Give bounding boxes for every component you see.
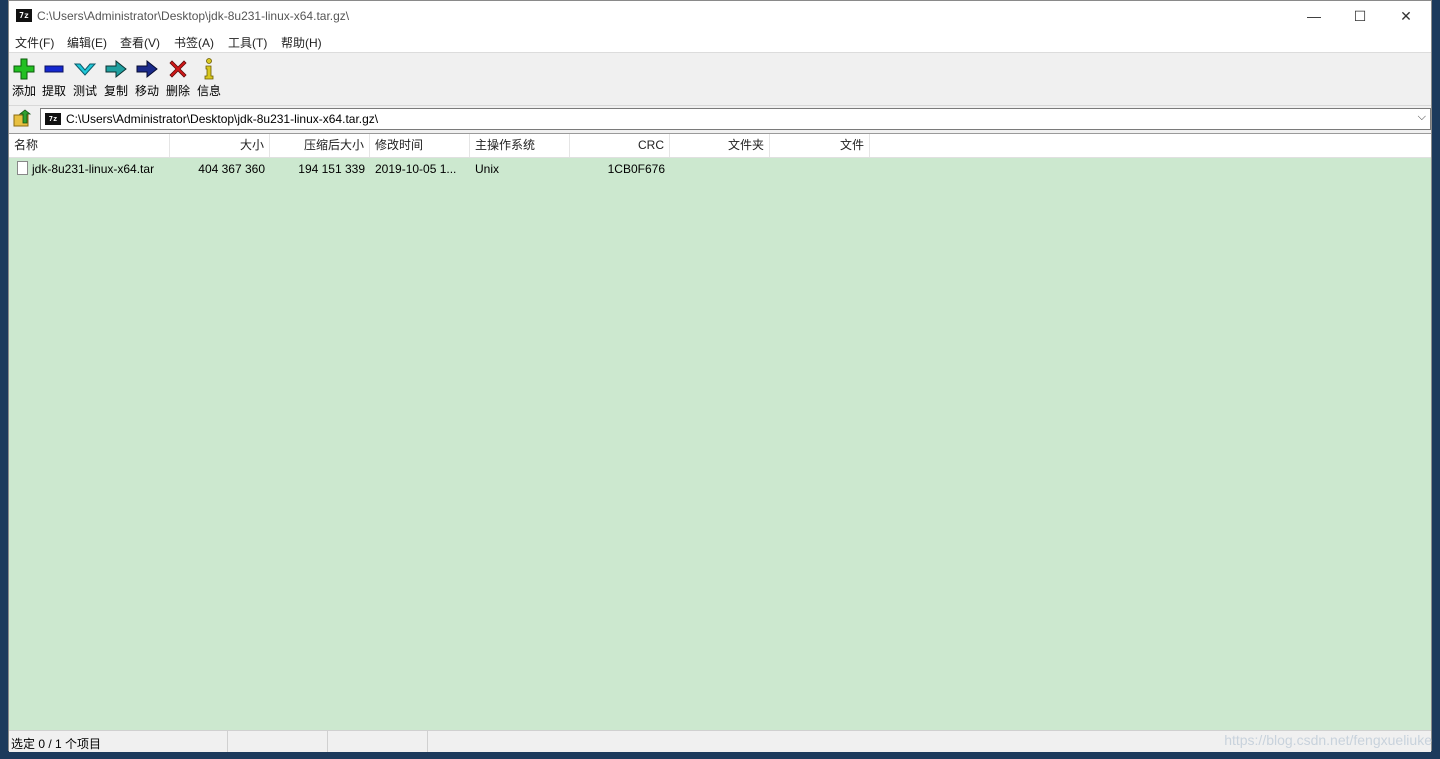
menu-bar: 文件(F) 编辑(E) 查看(V) 书签(A) 工具(T) 帮助(H) [9, 31, 1431, 52]
test-icon [73, 63, 97, 76]
cell-files [770, 158, 870, 180]
status-selection-text: 选定 0 / 1 个项目 [11, 737, 102, 751]
test-label: 测试 [72, 84, 97, 98]
file-list[interactable]: 名称 大小 压缩后大小 修改时间 主操作系统 CRC 文件夹 文件 jdk-8u… [9, 133, 1431, 730]
col-packed-size[interactable]: 压缩后大小 [270, 134, 370, 157]
cell-packed-size: 194 151 339 [298, 162, 365, 176]
toolbar: 添加 提取 测试 复制 移动 删除 信息 [9, 52, 1431, 105]
add-button[interactable]: 添加 [9, 57, 39, 99]
col-size[interactable]: 大小 [170, 134, 270, 157]
copy-button[interactable]: 复制 [101, 57, 131, 99]
app-7zip-icon: 7z [16, 9, 32, 22]
watermark: https://blog.csdn.net/fengxueliuke [1224, 732, 1432, 748]
close-button[interactable]: ✕ [1383, 1, 1429, 31]
status-selection: 选定 0 / 1 个项目 [9, 731, 228, 752]
menu-view[interactable]: 查看(V) [120, 34, 160, 51]
chevron-down-icon[interactable]: ⌵ [1418, 111, 1426, 124]
status-segment-3 [328, 731, 428, 752]
move-label: 移动 [134, 84, 159, 98]
delete-button[interactable]: 删除 [163, 57, 193, 99]
col-host-os[interactable]: 主操作系统 [470, 134, 570, 157]
delete-icon [169, 60, 187, 78]
address-bar: 7z C:\Users\Administrator\Desktop\jdk-8u… [9, 105, 1431, 132]
folder-up-icon [13, 109, 32, 127]
move-icon [136, 59, 158, 79]
path-value: C:\Users\Administrator\Desktop\jdk-8u231… [66, 112, 379, 126]
menu-bookmarks[interactable]: 书签(A) [174, 34, 214, 51]
menu-file[interactable]: 文件(F) [15, 34, 54, 51]
extract-button[interactable]: 提取 [39, 57, 69, 99]
cell-folders [670, 158, 770, 180]
archive-7z-icon: 7z [45, 113, 61, 125]
status-bar: 选定 0 / 1 个项目 [9, 730, 1431, 752]
path-combobox[interactable]: 7z C:\Users\Administrator\Desktop\jdk-8u… [40, 108, 1431, 130]
list-header: 名称 大小 压缩后大小 修改时间 主操作系统 CRC 文件夹 文件 [9, 134, 1431, 158]
test-button[interactable]: 测试 [70, 57, 100, 99]
cell-size: 404 367 360 [198, 162, 265, 176]
add-icon [13, 58, 35, 80]
copy-label: 复制 [103, 84, 128, 98]
info-label: 信息 [196, 84, 221, 98]
info-icon [204, 58, 214, 80]
delete-label: 删除 [165, 84, 190, 98]
cell-name: jdk-8u231-linux-x64.tar [32, 162, 155, 176]
extract-icon [44, 65, 64, 73]
menu-edit[interactable]: 编辑(E) [67, 34, 107, 51]
menu-tools[interactable]: 工具(T) [228, 34, 267, 51]
info-button[interactable]: 信息 [194, 57, 224, 99]
col-modified[interactable]: 修改时间 [370, 134, 470, 157]
status-segment-2 [228, 731, 328, 752]
cell-host-os: Unix [475, 162, 500, 176]
col-files[interactable]: 文件 [770, 134, 870, 157]
col-crc[interactable]: CRC [570, 134, 670, 157]
cell-crc: 1CB0F676 [607, 162, 665, 176]
maximize-button[interactable]: ☐ [1337, 1, 1383, 31]
add-label: 添加 [11, 84, 36, 98]
title-bar[interactable]: 7z C:\Users\Administrator\Desktop\jdk-8u… [9, 1, 1431, 31]
copy-icon [105, 59, 127, 79]
move-button[interactable]: 移动 [132, 57, 162, 99]
minimize-button[interactable]: — [1291, 1, 1337, 31]
menu-help[interactable]: 帮助(H) [281, 34, 322, 51]
app-window: 7z C:\Users\Administrator\Desktop\jdk-8u… [8, 0, 1432, 752]
col-name[interactable]: 名称 [9, 134, 170, 157]
cell-modified: 2019-10-05 1... [375, 162, 457, 176]
table-row[interactable]: jdk-8u231-linux-x64.tar 404 367 360 194 … [9, 158, 1431, 180]
up-folder-button[interactable] [12, 109, 34, 129]
col-folders[interactable]: 文件夹 [670, 134, 770, 157]
window-title: C:\Users\Administrator\Desktop\jdk-8u231… [37, 9, 350, 23]
extract-label: 提取 [41, 84, 66, 98]
